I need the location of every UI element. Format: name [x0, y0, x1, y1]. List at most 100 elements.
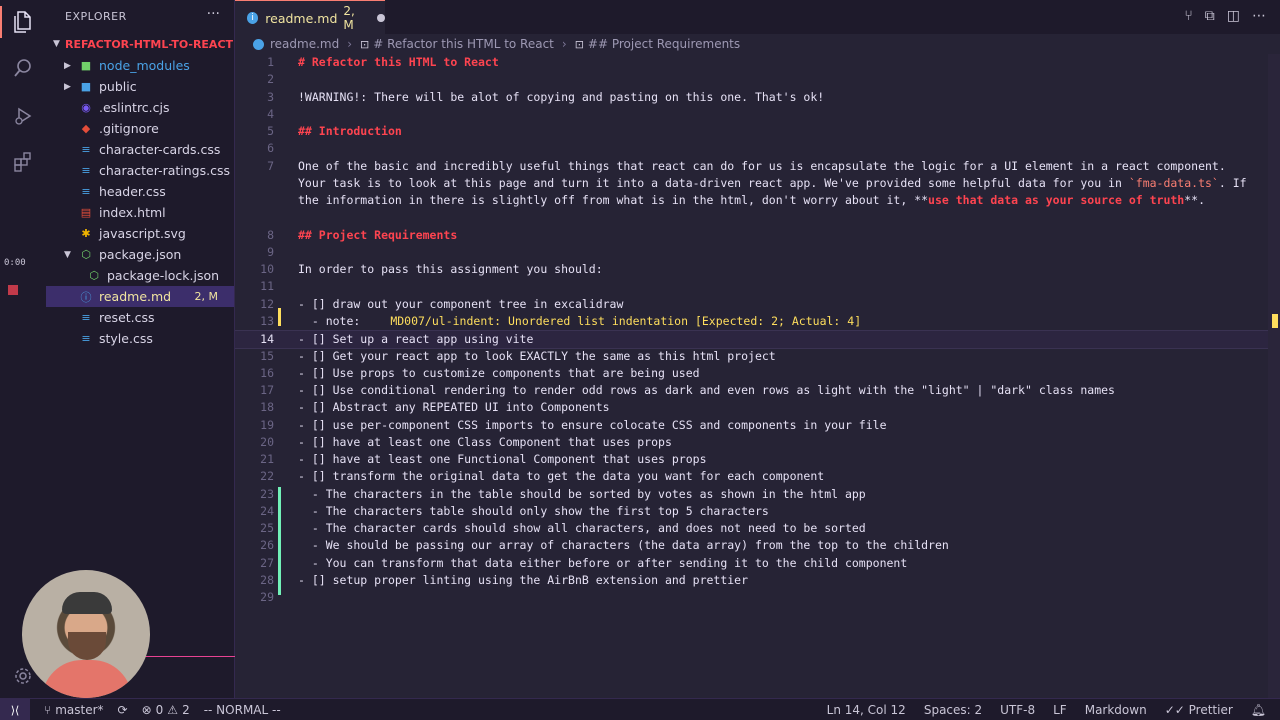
modified-gutter-marker — [278, 308, 281, 326]
cursor-position[interactable]: Ln 14, Col 12 — [827, 703, 906, 717]
sync-icon[interactable]: ⟳ — [118, 703, 128, 717]
code-token: - The characters table should only show … — [298, 504, 769, 518]
code-token: - [] Use conditional rendering to render… — [298, 383, 1115, 397]
code-text: - [] draw out your component tree in exc… — [298, 296, 623, 313]
breadcrumb-heading-2[interactable]: ⊡ ## Project Requirements — [575, 37, 740, 51]
tree-item[interactable]: ≡ header.css — [46, 181, 234, 202]
tree-item[interactable]: ≡ character-cards.css — [46, 139, 234, 160]
file-type-icon: ⓘ — [80, 290, 92, 304]
tree-item[interactable]: ◉ .eslintrc.cjs — [46, 97, 234, 118]
file-type-icon: ■ — [80, 80, 92, 93]
code-editor[interactable]: 1 # Refactor this HTML to React 2 3 !WARNING… — [235, 54, 1280, 698]
line-number: 9 — [267, 245, 274, 259]
code-line: 29 — [235, 589, 1280, 606]
language-mode[interactable]: Markdown — [1085, 703, 1147, 717]
run-debug-icon[interactable] — [11, 104, 35, 128]
code-token: - note: — [298, 314, 361, 328]
git-status-badge: 2, M — [194, 290, 218, 303]
prettier-status[interactable]: ✓✓ Prettier — [1165, 703, 1233, 717]
breadcrumb-file[interactable]: readme.md — [270, 37, 339, 51]
tree-item[interactable]: ≡ reset.css — [46, 307, 234, 328]
code-text: !WARNING!: There will be alot of copying… — [298, 89, 824, 106]
code-line: 18 - [] Abstract any REPEATED UI into Com… — [235, 399, 1280, 416]
remote-icon[interactable]: ⟩⟨ — [0, 699, 30, 720]
code-text: - [] Use conditional rendering to render… — [298, 382, 1115, 399]
tree-item-label: reset.css — [99, 310, 155, 325]
line-number: 4 — [267, 107, 274, 121]
code-text: Your task is to look at this page and tu… — [298, 175, 1247, 192]
vim-mode: -- NORMAL -- — [203, 703, 281, 717]
encoding[interactable]: UTF-8 — [1000, 703, 1035, 717]
scrollbar[interactable] — [1268, 54, 1280, 698]
code-line: 27 - You can transform that data either … — [235, 555, 1280, 572]
notifications-bell-icon[interactable]: 🔔︎ — [1251, 703, 1266, 717]
code-token: In order to pass this assignment you sho… — [298, 262, 603, 276]
tree-item[interactable]: ≡ character-ratings.css — [46, 160, 234, 181]
branch-label: master* — [55, 703, 104, 717]
code-line: 13 - note: MD007/ul-indent: Unordered lis… — [235, 313, 1280, 330]
branch-icon: ⑂ — [44, 703, 52, 717]
tab-readme[interactable]: i readme.md 2, M — [235, 0, 385, 35]
tree-item-label: .eslintrc.cjs — [99, 100, 170, 115]
record-stop-icon[interactable] — [8, 285, 18, 295]
breadcrumb: readme.md › ⊡ # Refactor this HTML to Rea… — [235, 34, 1280, 54]
code-text: ## Project Requirements — [298, 227, 457, 244]
line-number: 25 — [260, 521, 274, 535]
chevron-down-icon[interactable]: ▼ — [64, 250, 71, 260]
line-number: 8 — [267, 228, 274, 242]
line-number: 1 — [267, 55, 274, 69]
more-actions-icon[interactable]: ··· — [207, 6, 220, 22]
check-icon: ✓✓ — [1164, 703, 1189, 717]
info-file-icon: i — [247, 12, 259, 24]
workspace-folder[interactable]: ▼ REFACTOR-HTML-TO-REACT — [46, 34, 234, 54]
more-icon[interactable]: ⋯ — [1252, 8, 1266, 24]
eol[interactable]: LF — [1053, 703, 1067, 717]
split-editor-icon[interactable]: ◫ — [1227, 8, 1240, 24]
code-token: ## Introduction — [298, 124, 402, 138]
line-number: 23 — [260, 487, 274, 501]
warning-icon: ⚠ — [167, 703, 179, 717]
chevron-right-icon: › — [561, 37, 567, 51]
tree-item[interactable]: ▼ ⬡ package.json — [46, 244, 234, 265]
line-number: 5 — [267, 124, 274, 138]
tree-item-label: character-cards.css — [99, 142, 221, 157]
line-number: 15 — [260, 349, 274, 363]
chevron-right-icon[interactable]: ▶ — [64, 82, 71, 92]
error-count: 0 — [155, 703, 164, 717]
chevron-right-icon[interactable]: ▶ — [64, 61, 71, 71]
search-icon[interactable] — [11, 56, 35, 80]
open-preview-icon[interactable]: ⧉ — [1205, 8, 1215, 24]
tree-item[interactable]: ▤ index.html — [46, 202, 234, 223]
tree-item[interactable]: ⓘ readme.md 2, M — [46, 286, 234, 307]
file-type-icon: ≡ — [81, 311, 91, 324]
recording-timer: 0:00 — [4, 258, 26, 268]
tree-item[interactable]: ≡ style.css — [46, 328, 234, 349]
line-number: 3 — [267, 90, 274, 104]
code-token: One of the basic and incredibly useful t… — [298, 159, 1226, 173]
tree-item[interactable]: ▶ ■ node_modules — [46, 55, 234, 76]
file-type-icon: ≡ — [81, 332, 91, 345]
indentation[interactable]: Spaces: 2 — [924, 703, 982, 717]
tree-item[interactable]: ⬡ package-lock.json — [46, 265, 234, 286]
symbol-icon: ⊡ — [574, 37, 584, 51]
breadcrumb-heading-1[interactable]: ⊡ # Refactor this HTML to React — [360, 37, 554, 51]
source-control-icon[interactable]: ⑂ — [1184, 8, 1192, 24]
editor-actions: ⑂ ⧉ ◫ ⋯ — [1184, 8, 1266, 24]
code-line: 23 - The characters in the table should … — [235, 486, 1280, 503]
extensions-icon[interactable] — [11, 150, 35, 174]
unsaved-dot-icon[interactable] — [377, 14, 385, 22]
file-type-icon: ⬡ — [89, 269, 99, 282]
line-number: 12 — [260, 297, 274, 311]
tree-item[interactable]: ✱ javascript.svg — [46, 223, 234, 244]
webcam-shirt — [42, 660, 132, 698]
code-line: 22 - [] transform the original data to ge… — [235, 468, 1280, 485]
code-token: # Refactor this HTML to React — [298, 55, 499, 69]
branch-indicator[interactable]: ⑂ master* — [44, 703, 104, 717]
tree-item[interactable]: ◆ .gitignore — [46, 118, 234, 139]
code-line: 1 # Refactor this HTML to React — [235, 54, 1280, 71]
files-icon[interactable] — [11, 10, 35, 34]
tree-item[interactable]: ▶ ■ public — [46, 76, 234, 97]
code-text: - [] have at least one Class Component t… — [298, 434, 672, 451]
code-token: - [] Set up a react app using vite — [298, 332, 534, 346]
problems-indicator[interactable]: ⊗ 0 ⚠ 2 — [142, 703, 190, 717]
